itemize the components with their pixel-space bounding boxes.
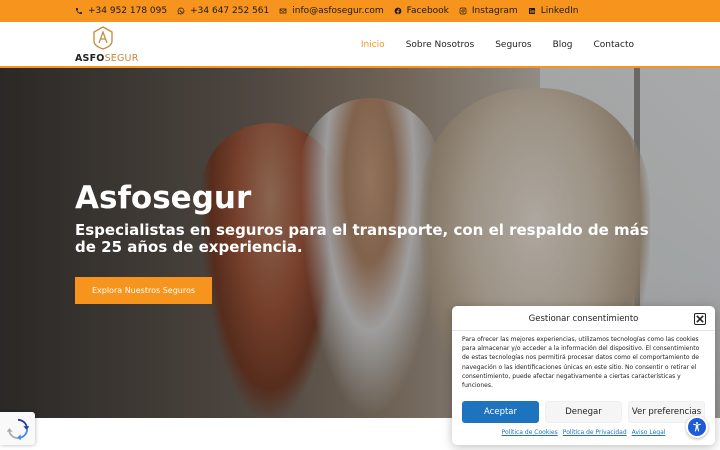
consent-divider <box>452 330 715 331</box>
logo-emblem-icon <box>93 26 113 50</box>
main-nav: Inicio Sobre Nosotros Seguros Blog Conta… <box>361 22 634 68</box>
instagram-link[interactable]: Instagram <box>459 6 518 16</box>
top-contact-bar: +34 952 178 095 +34 647 252 561 info@asf… <box>0 0 720 22</box>
cookie-policy-link[interactable]: Política de Cookies <box>502 429 558 436</box>
recaptcha-badge[interactable] <box>0 412 35 445</box>
nav-item-inicio[interactable]: Inicio <box>361 40 385 50</box>
recaptcha-icon <box>6 418 29 440</box>
accept-button[interactable]: Aceptar <box>462 401 539 423</box>
site-logo[interactable]: ASFOSEGUR <box>75 26 138 66</box>
instagram-icon <box>459 7 467 15</box>
nav-item-blog[interactable]: Blog <box>553 40 573 50</box>
nav-item-seguros[interactable]: Seguros <box>495 40 531 50</box>
consent-links: Política de Cookies Política de Privacid… <box>452 429 715 436</box>
phone-link-1[interactable]: +34 952 178 095 <box>75 6 167 16</box>
cookie-consent-dialog: Gestionar consentimiento Para ofrecer la… <box>452 306 715 445</box>
whatsapp-link[interactable]: +34 647 252 561 <box>177 6 269 16</box>
logo-wordmark: ASFOSEGUR <box>75 53 139 64</box>
email-icon <box>279 8 287 14</box>
accessibility-widget-button[interactable] <box>686 416 708 438</box>
phone-icon <box>76 8 82 14</box>
consent-close-button[interactable] <box>694 313 706 325</box>
hero-subtitle: Especialistas en seguros para el transpo… <box>75 221 649 256</box>
logo-wordmark-light: SEGUR <box>104 53 139 64</box>
email-link[interactable]: info@asfosegur.com <box>279 6 384 16</box>
facebook-link[interactable]: Facebook <box>394 6 449 16</box>
explore-insurance-button[interactable]: Explora Nuestros Seguros <box>75 277 212 304</box>
phone-number-2: +34 647 252 561 <box>190 6 270 16</box>
facebook-label: Facebook <box>406 6 449 16</box>
nav-item-sobre-nosotros[interactable]: Sobre Nosotros <box>406 40 475 50</box>
linkedin-link[interactable]: LinkedIn <box>528 6 579 16</box>
consent-title: Gestionar consentimiento <box>528 314 639 324</box>
deny-button[interactable]: Denegar <box>545 401 622 423</box>
accessibility-icon <box>693 422 701 432</box>
nav-item-contacto[interactable]: Contacto <box>593 40 634 50</box>
phone-number-1: +34 952 178 095 <box>88 6 168 16</box>
consent-text: Para ofrecer las mejores experiencias, u… <box>462 336 700 390</box>
facebook-icon <box>394 7 401 15</box>
privacy-policy-link[interactable]: Política de Privacidad <box>563 429 627 436</box>
email-address: info@asfosegur.com <box>292 6 384 16</box>
site-header: ASFOSEGUR Inicio Sobre Nosotros Seguros … <box>0 22 720 68</box>
logo-wordmark-bold: ASFO <box>75 53 105 64</box>
whatsapp-icon <box>177 7 185 15</box>
close-icon <box>696 315 704 323</box>
hero-title: Asfosegur <box>75 180 252 216</box>
instagram-label: Instagram <box>471 6 518 16</box>
linkedin-icon <box>528 8 535 14</box>
linkedin-label: LinkedIn <box>540 6 579 16</box>
legal-notice-link[interactable]: Aviso Legal <box>632 429 666 436</box>
